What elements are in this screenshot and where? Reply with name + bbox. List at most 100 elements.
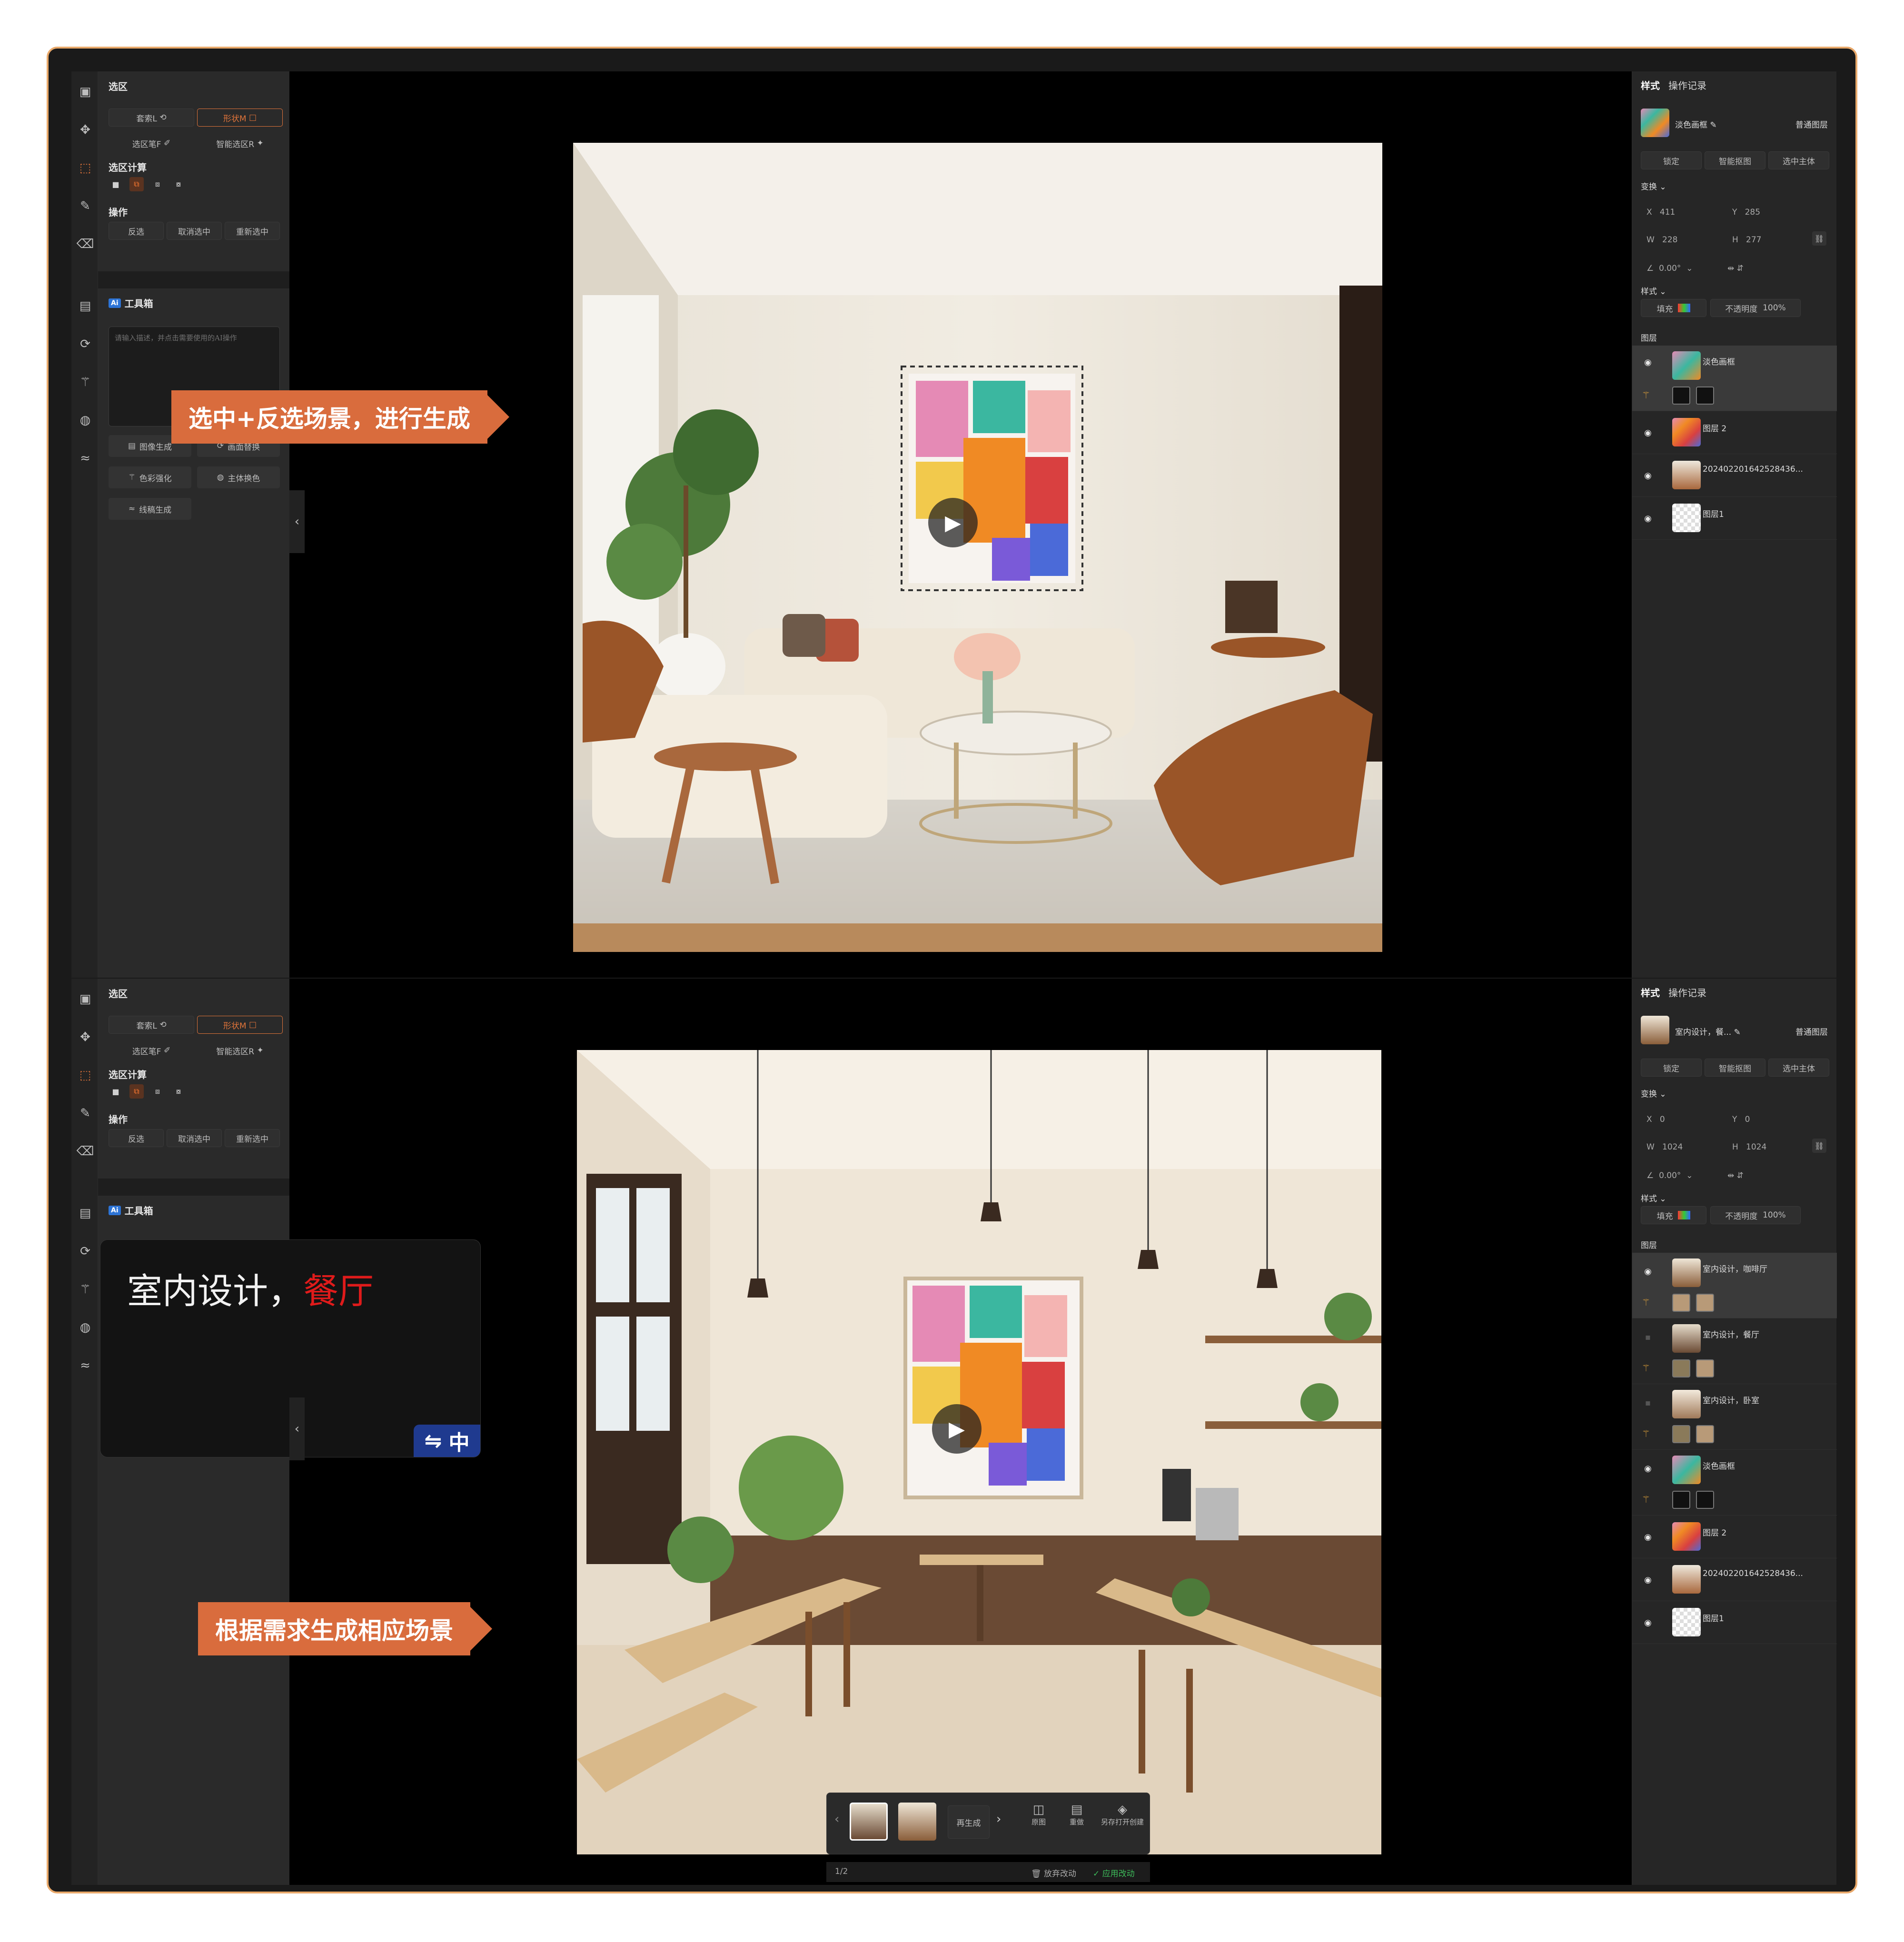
angle-field[interactable]: ∠ 0.00° ⌄ bbox=[1646, 264, 1693, 273]
mask-thumbnail[interactable] bbox=[1672, 1294, 1690, 1312]
tab-history[interactable]: 操作记录 bbox=[1668, 985, 1706, 999]
discard-button[interactable]: 🗑 放弃改动 bbox=[1031, 1867, 1076, 1879]
shape-button[interactable]: 形状M □ bbox=[197, 1016, 283, 1034]
subtract-selection-icon[interactable]: ⧈ bbox=[150, 1084, 165, 1099]
marquee-icon[interactable]: ⬚ bbox=[77, 1067, 93, 1083]
invert-button[interactable]: 反选 bbox=[109, 1129, 164, 1147]
opacity-field[interactable]: 不透明度 100% bbox=[1710, 299, 1801, 317]
result-thumbnail-2[interactable] bbox=[898, 1803, 936, 1841]
palette-icon[interactable]: ◍ bbox=[77, 412, 93, 428]
deselect-button[interactable]: 取消选中 bbox=[167, 1129, 222, 1147]
selection-brush-button[interactable]: 选区笔F ✐ bbox=[109, 134, 194, 152]
h-field[interactable]: H 1024 bbox=[1732, 1142, 1766, 1152]
y-field[interactable]: Y 0 bbox=[1732, 1115, 1750, 1124]
link-icon[interactable]: ⛓ bbox=[1812, 231, 1826, 246]
magic-wand-icon[interactable]: ⚚ bbox=[1642, 1362, 1650, 1374]
new-selection-icon[interactable]: ■ bbox=[109, 1084, 123, 1099]
mask-thumbnail[interactable] bbox=[1696, 1491, 1714, 1509]
eraser-icon[interactable]: ⌫ bbox=[77, 236, 94, 252]
angle-field[interactable]: ∠ 0.00° ⌄ bbox=[1646, 1171, 1693, 1180]
open-create-button[interactable]: ◈ 另存打开创建 bbox=[1096, 1803, 1149, 1827]
image-icon[interactable]: ▣ bbox=[77, 991, 93, 1007]
mask-thumbnail[interactable] bbox=[1696, 386, 1714, 405]
lineart-icon[interactable]: ≈ bbox=[77, 1357, 93, 1374]
move-icon[interactable]: ✥ bbox=[77, 122, 93, 138]
eraser-icon[interactable]: ⌫ bbox=[77, 1143, 94, 1159]
intersect-selection-icon[interactable]: ⧇ bbox=[171, 1084, 186, 1099]
move-icon[interactable]: ✥ bbox=[77, 1029, 93, 1045]
compare-button[interactable]: ◫ 原图 bbox=[1022, 1803, 1055, 1827]
image-icon[interactable]: ▣ bbox=[77, 84, 93, 100]
mask-thumbnail[interactable] bbox=[1672, 1425, 1690, 1443]
select-subject-button[interactable]: 选中主体 bbox=[1768, 151, 1829, 169]
eye-icon[interactable]: ◉ bbox=[1642, 1464, 1654, 1474]
subtract-selection-icon[interactable]: ⧈ bbox=[150, 177, 165, 191]
marquee-icon[interactable]: ⬚ bbox=[77, 160, 93, 176]
opacity-field[interactable]: 不透明度 100% bbox=[1710, 1206, 1801, 1224]
replace-icon[interactable]: ⟳ bbox=[77, 336, 93, 352]
transform-title[interactable]: 变换 ⌄ bbox=[1641, 1087, 1666, 1099]
intersect-selection-icon[interactable]: ⧇ bbox=[171, 177, 186, 191]
result-thumbnail-1[interactable] bbox=[850, 1803, 888, 1841]
lasso-button[interactable]: 套索L ⟲ bbox=[109, 1016, 194, 1034]
tab-style[interactable]: 样式 bbox=[1641, 985, 1660, 999]
eye-icon[interactable]: ◉ bbox=[1642, 357, 1654, 367]
smart-selection-button[interactable]: 智能选区R ✦ bbox=[197, 1041, 283, 1060]
lock-button[interactable]: 锁定 bbox=[1641, 1059, 1702, 1077]
invert-button[interactable]: 反选 bbox=[109, 222, 164, 240]
eye-off-icon[interactable]: ▪ bbox=[1642, 1332, 1654, 1342]
mask-thumbnail[interactable] bbox=[1672, 386, 1690, 405]
eye-icon[interactable]: ◉ bbox=[1642, 514, 1654, 524]
reselect-button[interactable]: 重新选中 bbox=[225, 222, 280, 240]
layer-row[interactable]: ◉ 淡色画框 ⚚ bbox=[1632, 346, 1837, 411]
smart-selection-button[interactable]: 智能选区R ✦ bbox=[197, 134, 283, 152]
language-toggle-button[interactable]: ⇋ 中 bbox=[414, 1425, 480, 1457]
mask-thumbnail[interactable] bbox=[1672, 1491, 1690, 1509]
w-field[interactable]: W 228 bbox=[1646, 235, 1677, 245]
layer-row[interactable]: ◉ 图层1 bbox=[1632, 497, 1837, 540]
object-name[interactable]: 淡色画框 ✎ bbox=[1675, 118, 1717, 130]
magic-wand-icon[interactable]: ⚚ bbox=[1642, 389, 1650, 401]
mask-thumbnail[interactable] bbox=[1696, 1425, 1714, 1443]
redo-button[interactable]: ▤ 重做 bbox=[1060, 1803, 1093, 1827]
tab-style[interactable]: 样式 bbox=[1641, 78, 1660, 92]
layer-row[interactable]: ▪ 室内设计，卧室 ⚚ bbox=[1632, 1384, 1837, 1450]
tab-history[interactable]: 操作记录 bbox=[1668, 78, 1706, 92]
magic-wand-icon[interactable]: ⚚ bbox=[77, 1281, 93, 1298]
fill-field[interactable]: 填充 bbox=[1641, 299, 1706, 317]
magic-wand-icon[interactable]: ⚚ bbox=[77, 374, 93, 390]
regenerate-button[interactable]: 再生成 bbox=[948, 1805, 990, 1839]
eye-icon[interactable]: ◉ bbox=[1642, 1618, 1654, 1628]
magic-wand-icon[interactable]: ⚚ bbox=[1642, 1297, 1650, 1308]
eye-icon[interactable]: ◉ bbox=[1642, 471, 1654, 481]
mask-thumbnail[interactable] bbox=[1696, 1359, 1714, 1377]
canvas-image-living-room[interactable]: ▶ bbox=[573, 143, 1382, 952]
color-enhance-button[interactable]: ⚚ 色彩强化 bbox=[109, 466, 191, 488]
collapse-left-button[interactable]: ‹ bbox=[289, 490, 305, 553]
new-selection-icon[interactable]: ■ bbox=[109, 177, 123, 191]
y-field[interactable]: Y 285 bbox=[1732, 208, 1760, 217]
layer-row[interactable]: ◉ 图层 2 bbox=[1632, 1516, 1837, 1558]
brush-icon[interactable]: ✎ bbox=[77, 1105, 93, 1121]
mask-thumbnail[interactable] bbox=[1672, 1359, 1690, 1377]
magic-wand-icon[interactable]: ⚚ bbox=[1642, 1428, 1650, 1439]
lasso-button[interactable]: 套索L ⟲ bbox=[109, 109, 194, 127]
chevron-right-icon[interactable]: › bbox=[996, 1812, 1001, 1826]
eye-icon[interactable]: ◉ bbox=[1642, 1575, 1654, 1585]
eye-icon[interactable]: ◉ bbox=[1642, 1532, 1654, 1542]
lineart-button[interactable]: ≈ 线稿生成 bbox=[109, 498, 191, 520]
canvas-image-restaurant[interactable]: ▶ ‹ 再生成 › ◫ 原图 ▤ 重做 ◈ 另存打开创建 bbox=[577, 1050, 1381, 1854]
palette-icon[interactable]: ◍ bbox=[77, 1319, 93, 1336]
select-subject-button[interactable]: 选中主体 bbox=[1768, 1059, 1829, 1077]
eye-icon[interactable]: ◉ bbox=[1642, 1267, 1654, 1277]
chevron-left-icon[interactable]: ‹ bbox=[834, 1812, 839, 1826]
transform-title[interactable]: 变换 ⌄ bbox=[1641, 180, 1666, 192]
layer-row[interactable]: ◉ 图层 2 bbox=[1632, 411, 1837, 454]
smart-cutout-button[interactable]: 智能抠图 bbox=[1705, 151, 1765, 169]
layer-row[interactable]: ▪ 室内设计，餐厅 ⚚ bbox=[1632, 1318, 1837, 1384]
style-title[interactable]: 样式 ⌄ bbox=[1641, 285, 1666, 297]
shape-button[interactable]: 形状M □ bbox=[197, 109, 283, 127]
lineart-icon[interactable]: ≈ bbox=[77, 450, 93, 466]
flip-icon[interactable]: ⇹ ⇵ bbox=[1727, 1171, 1744, 1180]
ai-image-icon[interactable]: ▤ bbox=[77, 298, 93, 314]
